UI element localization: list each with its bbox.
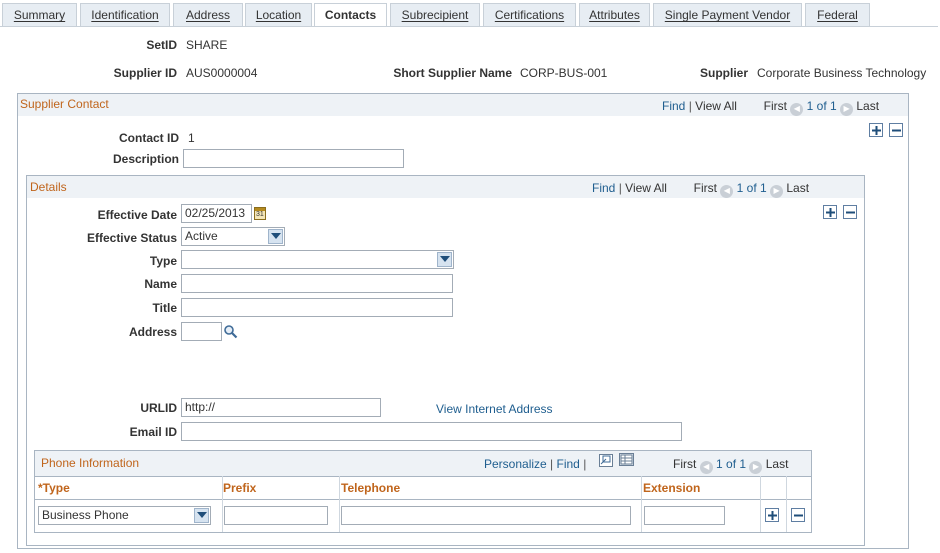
supplier-contact-first-label: First bbox=[763, 99, 787, 113]
column-header-extension[interactable]: Extension bbox=[643, 481, 700, 495]
add-row-icon[interactable] bbox=[765, 508, 779, 522]
tab-certifications[interactable]: Certifications bbox=[483, 3, 576, 26]
effective-status-select[interactable]: Active bbox=[181, 227, 285, 246]
effective-status-label: Effective Status bbox=[86, 231, 177, 245]
chevron-down-icon bbox=[194, 508, 209, 523]
phone-telephone-field[interactable] bbox=[341, 506, 631, 525]
supplier-id-label: Supplier ID bbox=[113, 66, 177, 80]
details-view-all-link[interactable]: View All bbox=[625, 181, 667, 195]
phone-extension-field[interactable] bbox=[644, 506, 725, 525]
tab-federal[interactable]: Federal bbox=[805, 3, 870, 26]
name-field[interactable] bbox=[181, 274, 453, 293]
delete-row-icon[interactable] bbox=[889, 123, 903, 137]
chevron-down-icon bbox=[268, 229, 283, 244]
type-label: Type bbox=[149, 254, 177, 268]
next-icon[interactable]: ▶ bbox=[749, 461, 763, 474]
next-icon[interactable]: ▶ bbox=[840, 103, 854, 116]
phone-type-value: Business Phone bbox=[42, 508, 129, 522]
email-id-field[interactable] bbox=[181, 422, 682, 441]
effective-date-field[interactable]: 02/25/2013 bbox=[181, 204, 252, 223]
supplier-contact-view-all-link[interactable]: View All bbox=[695, 99, 737, 113]
supplier-contact-last-label: Last bbox=[856, 99, 880, 113]
view-all-icon[interactable] bbox=[599, 454, 613, 467]
details-first-label: First bbox=[693, 181, 717, 195]
contact-id-value: 1 bbox=[188, 131, 195, 145]
supplier-contact-nav: Find | View All First ◀ 1 of 1 ▶ Last bbox=[662, 99, 879, 116]
separator: | bbox=[583, 457, 587, 471]
supplier-contact-title: Supplier Contact bbox=[20, 97, 109, 111]
calendar-icon[interactable]: 31 bbox=[254, 207, 266, 220]
tab-identification[interactable]: Identification bbox=[80, 3, 170, 26]
short-supplier-name-value: CORP-BUS-001 bbox=[520, 66, 608, 80]
description-label: Description bbox=[112, 152, 179, 166]
details-find-link[interactable]: Find bbox=[592, 181, 615, 195]
previous-icon[interactable]: ◀ bbox=[720, 185, 734, 198]
phone-nav: Personalize | Find | bbox=[484, 453, 634, 471]
phone-type-select[interactable]: Business Phone bbox=[38, 506, 211, 525]
details-range: 1 of 1 bbox=[736, 181, 767, 195]
separator: | bbox=[550, 457, 554, 471]
add-row-icon[interactable] bbox=[869, 123, 883, 137]
next-icon[interactable]: ▶ bbox=[770, 185, 784, 198]
effective-status-value: Active bbox=[185, 229, 218, 243]
supplier-value: Corporate Business Technology bbox=[757, 66, 927, 80]
download-icon[interactable] bbox=[619, 453, 634, 466]
previous-icon[interactable]: ◀ bbox=[699, 461, 713, 474]
phone-last-label: Last bbox=[765, 457, 789, 471]
add-row-icon[interactable] bbox=[823, 205, 837, 219]
contact-id-label: Contact ID bbox=[119, 131, 179, 145]
column-header-telephone[interactable]: Telephone bbox=[341, 481, 400, 495]
urlid-field[interactable]: http:// bbox=[181, 398, 381, 417]
delete-row-icon[interactable] bbox=[843, 205, 857, 219]
supplier-contact-range: 1 of 1 bbox=[806, 99, 837, 113]
phone-pager: First ◀ 1 of 1 ▶ Last bbox=[673, 457, 788, 474]
tab-divider bbox=[0, 26, 938, 27]
phone-information-title: Phone Information bbox=[41, 456, 140, 470]
email-id-label: Email ID bbox=[129, 425, 177, 439]
effective-date-label: Effective Date bbox=[97, 208, 177, 222]
title-label: Title bbox=[152, 301, 177, 315]
tab-address[interactable]: Address bbox=[173, 3, 243, 26]
supplier-label: Supplier bbox=[699, 66, 748, 80]
details-last-label: Last bbox=[786, 181, 810, 195]
setid-label: SetID bbox=[146, 38, 177, 52]
tab-location[interactable]: Location bbox=[245, 3, 312, 26]
title-field[interactable] bbox=[181, 298, 453, 317]
search-icon[interactable] bbox=[223, 324, 238, 339]
name-label: Name bbox=[144, 277, 177, 291]
chevron-down-icon bbox=[437, 252, 452, 267]
tab-contacts[interactable]: Contacts bbox=[314, 3, 387, 27]
phone-find-link[interactable]: Find bbox=[557, 457, 580, 471]
address-label: Address bbox=[128, 325, 177, 339]
supplier-contact-find-link[interactable]: Find bbox=[662, 99, 685, 113]
supplier-id-value: AUS0000004 bbox=[186, 66, 258, 80]
separator: | bbox=[688, 99, 692, 113]
description-field[interactable] bbox=[183, 149, 404, 168]
tab-subrecipient[interactable]: Subrecipient bbox=[390, 3, 480, 26]
previous-icon[interactable]: ◀ bbox=[790, 103, 804, 116]
delete-row-icon[interactable] bbox=[791, 508, 805, 522]
urlid-label: URLID bbox=[140, 401, 177, 415]
details-nav: Find | View All First ◀ 1 of 1 ▶ Last bbox=[592, 181, 809, 198]
column-header-type[interactable]: *Type bbox=[38, 481, 70, 495]
tab-bar: Summary Identification Address Location … bbox=[2, 3, 938, 27]
phone-first-label: First bbox=[673, 457, 697, 471]
type-select[interactable] bbox=[181, 250, 454, 269]
details-title: Details bbox=[30, 180, 67, 194]
personalize-link[interactable]: Personalize bbox=[484, 457, 547, 471]
view-internet-address-link[interactable]: View Internet Address bbox=[436, 402, 553, 416]
short-supplier-name-label: Short Supplier Name bbox=[393, 66, 512, 80]
phone-range: 1 of 1 bbox=[716, 457, 747, 471]
tab-attributes[interactable]: Attributes bbox=[579, 3, 650, 26]
column-header-prefix[interactable]: Prefix bbox=[223, 481, 256, 495]
tab-summary[interactable]: Summary bbox=[2, 3, 77, 26]
separator: | bbox=[618, 181, 622, 195]
setid-value: SHARE bbox=[186, 38, 228, 52]
tab-single-payment-vendor[interactable]: Single Payment Vendor bbox=[653, 3, 802, 26]
address-field[interactable] bbox=[181, 322, 222, 341]
phone-prefix-field[interactable] bbox=[224, 506, 328, 525]
